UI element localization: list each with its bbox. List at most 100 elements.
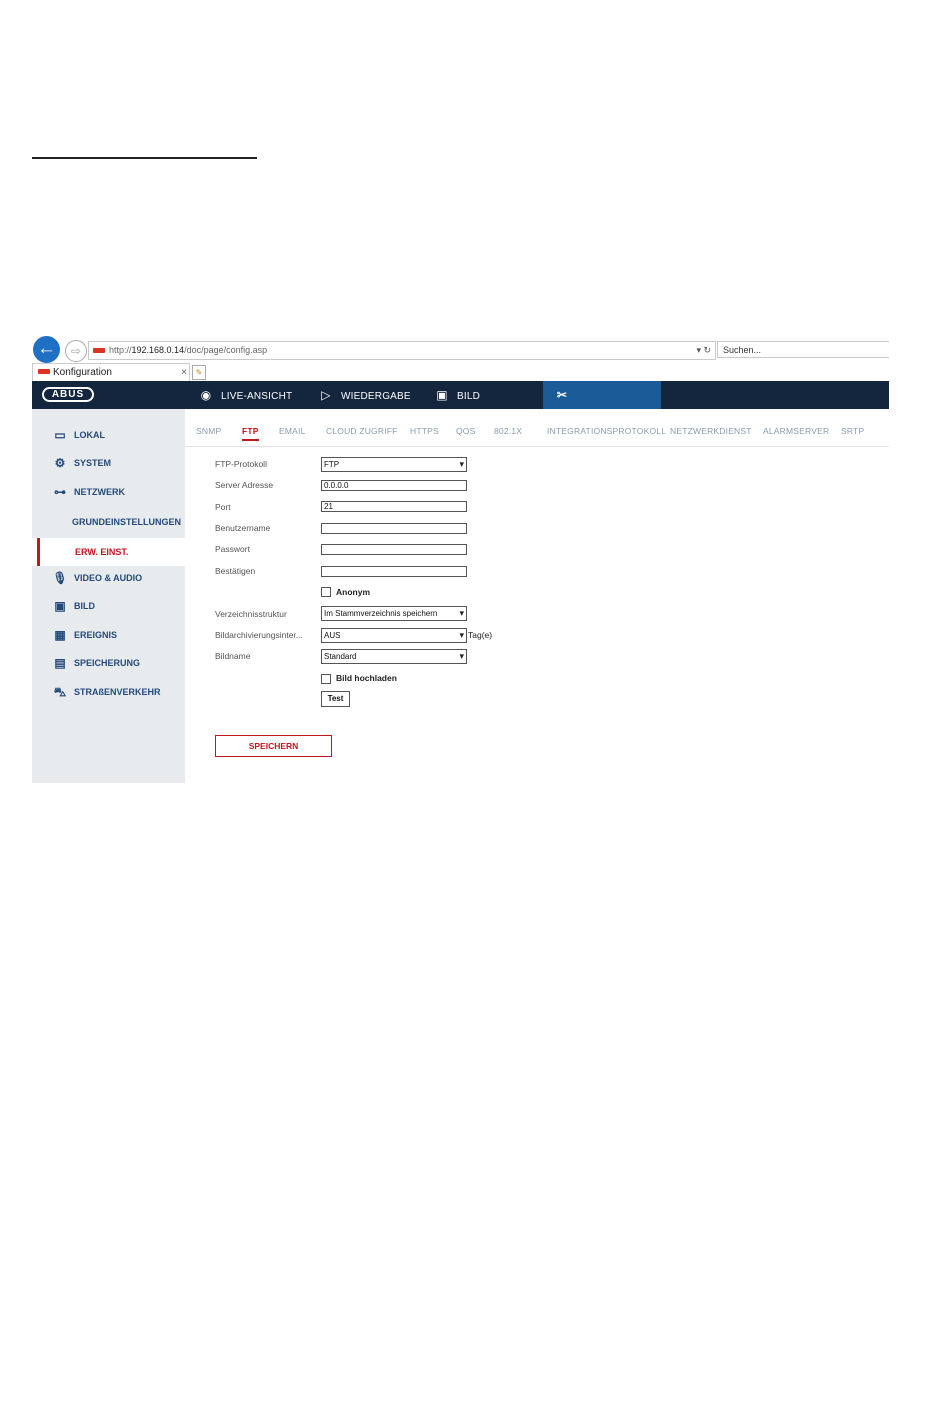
anonym-checkbox[interactable] <box>321 587 331 597</box>
save-button[interactable]: SPEICHERN <box>215 735 332 757</box>
server-address-input[interactable]: 0.0.0.0 <box>321 480 467 491</box>
server-address-label: Server Adresse <box>215 480 274 490</box>
archive-unit: Tag(e) <box>468 630 493 640</box>
confirm-password-input[interactable] <box>321 566 467 577</box>
directory-structure-select[interactable]: Im Stammverzeichnis speichern ▾ <box>321 606 467 621</box>
select-value: Standard <box>324 652 357 661</box>
sidebar-item-speicherung[interactable]: ▤ SPEICHERUNG <box>32 649 185 677</box>
browser-tab[interactable]: Konfiguration × <box>32 363 190 381</box>
sidebar-item-ereignis[interactable]: ▦ EREIGNIS <box>32 621 185 649</box>
archive-interval-select[interactable]: AUS ▾ <box>321 628 467 643</box>
site-favicon-icon <box>93 347 105 353</box>
abus-logo: ABUS <box>42 387 94 402</box>
tab-favicon-icon <box>38 369 50 375</box>
nav-configuration[interactable]: ✂KONFIGURATION <box>543 381 661 430</box>
sidebar-item-label: SYSTEM <box>74 458 112 468</box>
sidebar-item-system[interactable]: ⚙ SYSTEM <box>32 449 185 477</box>
tab-snmp[interactable]: SNMP <box>196 426 221 436</box>
port-label: Port <box>215 502 231 512</box>
sidebar-item-label: GRUNDEINSTELLUNGEN <box>72 517 182 527</box>
upload-image-label: Bild hochladen <box>336 673 397 683</box>
select-value: Im Stammverzeichnis speichern <box>324 609 438 618</box>
select-value: FTP <box>324 460 340 469</box>
directory-structure-label: Verzeichnisstruktur <box>215 609 287 619</box>
back-arrow-icon[interactable]: ← <box>33 336 60 363</box>
sidebar-item-strassenverkehr[interactable]: ⛍ STRAßENVERKEHR <box>32 678 185 706</box>
archive-interval-label: Bildarchivierungsinter... <box>215 630 303 640</box>
traffic-icon: ⛍ <box>53 685 67 699</box>
tab-cloud-zugriff[interactable]: CLOUD ZUGRIFF <box>326 426 398 436</box>
search-input[interactable]: Suchen... <box>717 341 889 358</box>
url-prefix: http:// <box>109 345 132 355</box>
tab-8021x[interactable]: 802.1X <box>494 426 522 436</box>
sidebar-item-label: ERW. EINST. <box>75 547 129 557</box>
chevron-down-icon: ▾ <box>457 607 464 620</box>
chevron-down-icon: ▾ <box>457 629 464 642</box>
tab-https[interactable]: HTTPS <box>410 426 439 436</box>
ftp-protocol-select[interactable]: FTP ▾ <box>321 457 467 472</box>
sidebar: ▭ LOKAL ⚙ SYSTEM ⊶ NETZWERK GRUNDEINSTELLUN… <box>32 409 185 783</box>
active-indicator <box>37 538 40 566</box>
play-icon: ▷ <box>321 388 331 402</box>
sidebar-item-label: BILD <box>74 601 95 611</box>
sidebar-item-video-audio[interactable]: 🎙 VIDEO & AUDIO <box>32 564 185 592</box>
test-button[interactable]: Test <box>321 691 350 707</box>
monitor-icon: ▭ <box>54 428 66 442</box>
sidebar-item-label: SPEICHERUNG <box>74 658 141 668</box>
browser-screenshot: ← ⇨ http://192.168.0.14/doc/page/config.… <box>32 336 889 783</box>
refresh-icon[interactable]: ▾ ↻ <box>696 342 711 359</box>
confirm-label: Bestätigen <box>215 566 256 576</box>
forward-arrow-icon[interactable]: ⇨ <box>65 340 87 362</box>
anonym-label: Anonym <box>336 587 370 597</box>
close-icon[interactable]: × <box>181 364 187 381</box>
username-label: Benutzername <box>215 523 271 533</box>
username-input[interactable] <box>321 523 467 534</box>
nav-label: WIEDERGABE <box>341 391 411 402</box>
port-input[interactable]: 21 <box>321 501 467 512</box>
address-bar[interactable]: http://192.168.0.14/doc/page/config.asp … <box>88 341 716 360</box>
nav-playback[interactable]: ▷ WIEDERGABE <box>317 381 411 409</box>
browser-address-row: ← ⇨ http://192.168.0.14/doc/page/config.… <box>32 336 889 363</box>
tab-netzwerkdienst[interactable]: NETZWERKDIENST <box>670 426 752 436</box>
chevron-down-icon: ▾ <box>457 458 464 471</box>
sidebar-item-label: NETZWERK <box>74 487 125 497</box>
image-name-select[interactable]: Standard ▾ <box>321 649 467 664</box>
ftp-protocol-label: FTP-Protokoll <box>215 459 267 469</box>
sidebar-item-label: VIDEO & AUDIO <box>74 573 143 583</box>
sidebar-item-lokal[interactable]: ▭ LOKAL <box>32 421 185 449</box>
password-label: Passwort <box>215 544 250 554</box>
nav-label: BILD <box>457 391 481 402</box>
sidebar-item-label: LOKAL <box>74 430 105 440</box>
password-input[interactable] <box>321 544 467 555</box>
sidebar-item-label: EREIGNIS <box>74 630 118 640</box>
image-name-label: Bildname <box>215 651 251 661</box>
microphone-icon: 🎙 <box>52 571 68 585</box>
tab-alarmserver[interactable]: ALARMSERVER <box>763 426 829 436</box>
tab-title: Konfiguration <box>53 367 112 378</box>
tab-srtp[interactable]: SRTP <box>841 426 864 436</box>
chevron-down-icon: ▾ <box>457 650 464 663</box>
sidebar-item-grundeinstellungen[interactable]: GRUNDEINSTELLUNGEN <box>32 509 185 535</box>
tab-integrationsprotokoll[interactable]: INTEGRATIONSPROTOKOLL <box>547 426 666 436</box>
sidebar-item-bild[interactable]: ▣ BILD <box>32 592 185 620</box>
upload-image-checkbox[interactable] <box>321 674 331 684</box>
tab-ftp[interactable]: FTP <box>242 426 259 441</box>
sidebar-item-netzwerk[interactable]: ⊶ NETZWERK <box>32 478 185 506</box>
tab-qos[interactable]: QOS <box>456 426 476 436</box>
nav-label: LIVE-ANSICHT <box>221 391 293 402</box>
tools-icon: ✂ <box>556 388 568 402</box>
calendar-icon: ▦ <box>54 628 66 642</box>
storage-icon: ▤ <box>54 656 66 670</box>
image-icon: ▣ <box>436 388 448 402</box>
new-tab-icon[interactable]: ✎ <box>192 365 206 380</box>
sidebar-item-label: STRAßENVERKEHR <box>74 687 161 697</box>
tab-email[interactable]: EMAIL <box>279 426 306 436</box>
image-icon: ▣ <box>54 599 66 613</box>
network-icon: ⊶ <box>54 485 66 499</box>
select-value: AUS <box>324 631 341 640</box>
page-divider-line <box>32 157 257 159</box>
sidebar-item-erw-einst[interactable]: ERW. EINST. <box>32 538 185 566</box>
nav-image[interactable]: ▣ BILD <box>433 381 480 409</box>
gear-icon: ⚙ <box>54 456 66 470</box>
nav-live-view[interactable]: ◉ LIVE-ANSICHT <box>197 381 292 409</box>
